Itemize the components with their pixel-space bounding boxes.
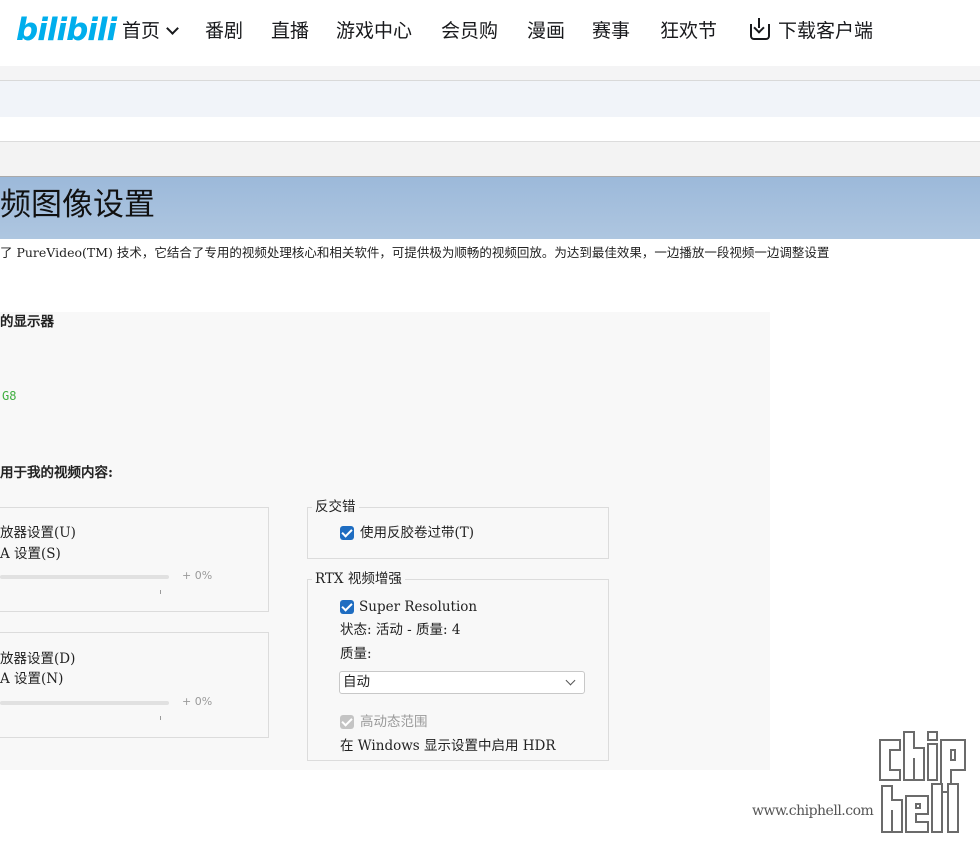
display-name[interactable]: G8 [2,389,16,403]
adjust-slider[interactable] [0,701,169,705]
watermark-url: www.chiphell.com [752,803,874,819]
super-resolution-label[interactable]: Super Resolution [359,598,477,616]
slider-tick [160,590,161,594]
nav-live[interactable]: 直播 [271,18,309,44]
chevron-down-icon [565,675,576,686]
bilibili-logo[interactable]: bilibili [16,12,117,48]
quality-dropdown[interactable]: 自动 [339,671,585,694]
top-navigation-bar: bilibili 首页 番剧 直播 游戏中心 会员购 漫画 赛事 狂欢节 下载客… [0,0,980,66]
custom-setting-option[interactable]: A 设置(N) [0,670,63,688]
hdr-checkbox [340,715,354,729]
inverse-telecine-label[interactable]: 使用反胶卷过带(T) [360,524,474,542]
display-heading: 的显示器 [0,314,54,330]
rtx-group-title: RTX 视频增强 [312,570,405,588]
player-setting-option[interactable]: 放器设置(D) [0,650,75,668]
content-strip [0,81,980,117]
quality-dropdown-value: 自动 [343,674,370,690]
nav-download-label: 下载客户端 [778,20,874,42]
nav-member-shop[interactable]: 会员购 [441,18,498,44]
nav-home[interactable]: 首页 [122,18,179,44]
page-description: 了 PureVideo(TM) 技术，它结合了专用的视频处理核心和相关软件，可提… [0,245,830,260]
download-icon [750,18,770,40]
inverse-telecine-checkbox[interactable] [340,526,354,540]
slider-value: + 0% [182,695,213,708]
nav-download-client[interactable]: 下载客户端 [750,18,873,44]
deinterlace-group-title: 反交错 [312,498,359,516]
super-resolution-checkbox[interactable] [340,600,354,614]
content-heading: 用于我的视频内容: [0,465,113,481]
chevron-down-icon [166,22,179,35]
nav-home-label: 首页 [122,20,161,42]
chiphell-watermark-logo [879,731,966,833]
nav-carnival[interactable]: 狂欢节 [660,18,717,44]
nav-manga[interactable]: 漫画 [527,18,565,44]
slider-value: + 0% [182,569,213,582]
quality-label: 质量: [340,646,372,662]
hdr-note: 在 Windows 显示设置中启用 HDR [340,738,556,754]
nav-esports[interactable]: 赛事 [592,18,630,44]
super-resolution-status: 状态: 活动 - 质量: 4 [340,622,461,638]
nav-game-center[interactable]: 游戏中心 [336,18,412,44]
adjust-slider[interactable] [0,575,169,579]
custom-setting-option[interactable]: A 设置(S) [0,545,61,563]
slider-tick [160,716,161,720]
page-title-bar: 频图像设置 [0,177,980,239]
page-title: 频图像设置 [0,187,155,223]
player-setting-option[interactable]: 放器设置(U) [0,524,76,542]
page-divider [0,66,980,81]
hdr-label: 高动态范围 [360,714,428,730]
toolbar-strip [0,141,980,177]
nav-anime[interactable]: 番剧 [205,18,243,44]
